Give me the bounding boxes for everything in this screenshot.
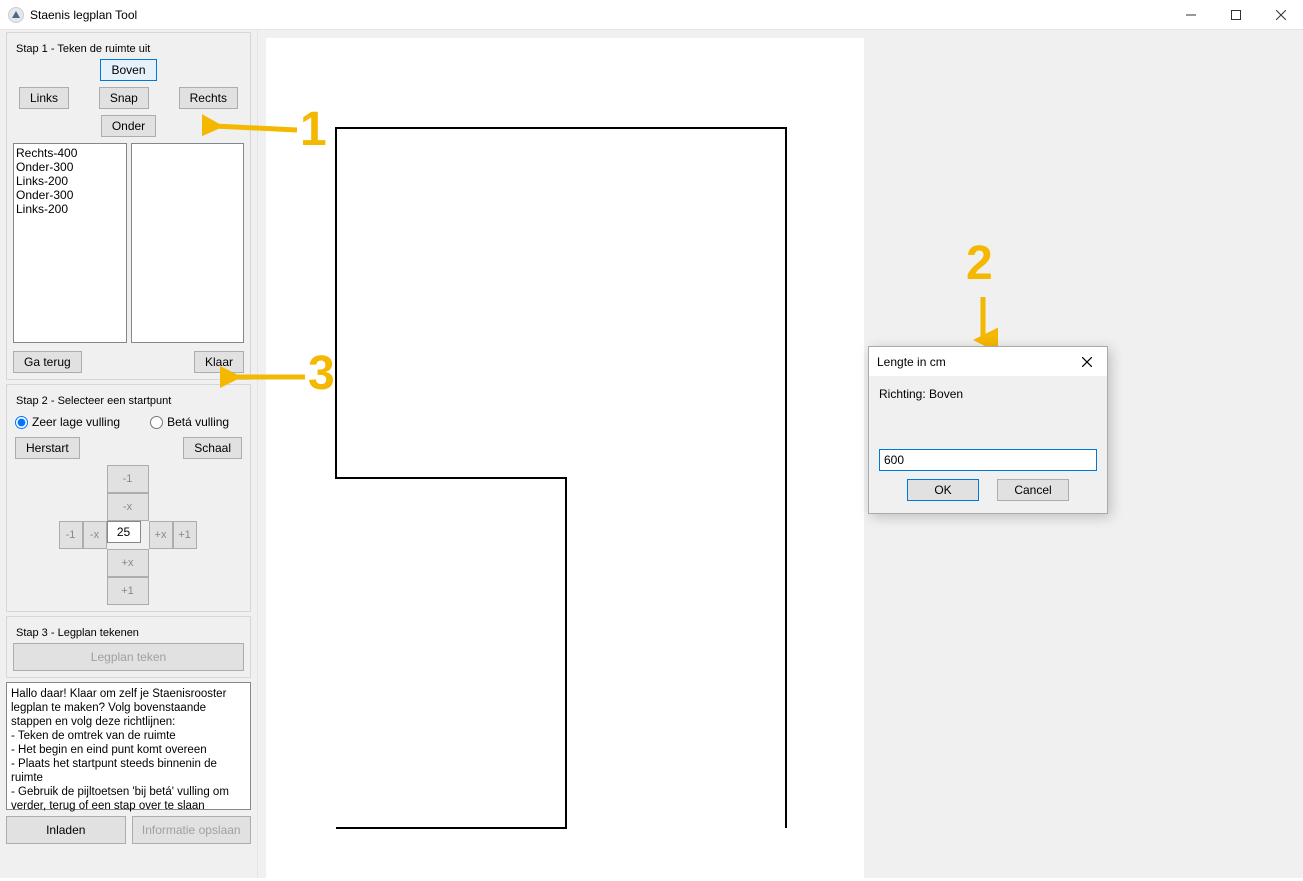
radio-zeer-lage[interactable]: Zeer lage vulling <box>15 415 120 429</box>
titlebar: Staenis legplan Tool <box>0 0 1303 30</box>
pad-plus1-right[interactable]: +1 <box>173 521 197 549</box>
radio-beta[interactable]: Betá vulling <box>150 415 229 429</box>
snap-button[interactable]: Snap <box>99 87 149 109</box>
help-textbox: Hallo daar! Klaar om zelf je Staenisroos… <box>6 682 251 810</box>
pad-minusx-top[interactable]: -x <box>107 493 149 521</box>
pad-center-cell <box>107 521 149 549</box>
close-icon <box>1082 357 1092 367</box>
onder-button[interactable]: Onder <box>101 115 156 137</box>
radio-zeer-lage-input[interactable] <box>15 416 28 429</box>
inladen-button[interactable]: Inladen <box>6 816 126 844</box>
list-item[interactable]: Rechts-400 <box>16 146 124 160</box>
close-window-button[interactable] <box>1258 0 1303 30</box>
pad-minus1-top[interactable]: -1 <box>107 465 149 493</box>
window-controls <box>1168 0 1303 30</box>
annotation-number-1: 1 <box>300 102 327 157</box>
pad-plus1-bottom[interactable]: +1 <box>107 577 149 605</box>
lengte-input[interactable] <box>879 449 1097 471</box>
nudge-pad: -1 -x -1 -x +x +1 +x +1 <box>59 465 199 605</box>
sidebar: Stap 1 - Teken de ruimte uit Boven Links… <box>0 30 258 878</box>
dialog-title: Lengte in cm <box>877 355 1067 369</box>
dialog-cancel-button[interactable]: Cancel <box>997 479 1069 501</box>
list-item[interactable]: Links-200 <box>16 202 124 216</box>
annotation-number-2: 2 <box>966 236 993 291</box>
lengte-dialog: Lengte in cm Richting: Boven OK Cancel <box>868 346 1108 514</box>
dialog-titlebar[interactable]: Lengte in cm <box>869 347 1107 377</box>
pad-minusx-left[interactable]: -x <box>83 521 107 549</box>
schaal-button[interactable]: Schaal <box>183 437 242 459</box>
legplan-teken-button[interactable]: Legplan teken <box>13 643 244 671</box>
dialog-close-button[interactable] <box>1067 347 1107 377</box>
drawing-canvas[interactable] <box>266 38 864 878</box>
step1-legend: Stap 1 - Teken de ruimte uit <box>13 43 153 55</box>
maximize-button[interactable] <box>1213 0 1258 30</box>
step3-legend: Stap 3 - Legplan tekenen <box>13 627 142 639</box>
list-item[interactable]: Onder-300 <box>16 160 124 174</box>
segments-listbox-right[interactable] <box>131 143 245 343</box>
rechts-button[interactable]: Rechts <box>179 87 238 109</box>
pad-minus1-left[interactable]: -1 <box>59 521 83 549</box>
step2-panel: Stap 2 - Selecteer een startpunt Zeer la… <box>6 384 251 612</box>
radio-beta-input[interactable] <box>150 416 163 429</box>
step3-panel: Stap 3 - Legplan tekenen Legplan teken <box>6 616 251 678</box>
minimize-button[interactable] <box>1168 0 1213 30</box>
radio-beta-label: Betá vulling <box>167 415 229 429</box>
app-title: Staenis legplan Tool <box>30 8 137 22</box>
canvas-area <box>258 30 1303 878</box>
informatie-opslaan-button[interactable]: Informatie opslaan <box>132 816 252 844</box>
pad-plusx-right[interactable]: +x <box>149 521 173 549</box>
dialog-message: Richting: Boven <box>879 387 1097 401</box>
step1-panel: Stap 1 - Teken de ruimte uit Boven Links… <box>6 32 251 380</box>
boven-button[interactable]: Boven <box>100 59 156 81</box>
list-item[interactable]: Links-200 <box>16 174 124 188</box>
room-outline <box>266 38 864 878</box>
pad-plusx-bottom[interactable]: +x <box>107 549 149 577</box>
pad-center-input[interactable] <box>107 521 141 543</box>
app-icon <box>8 7 24 23</box>
annotation-number-3: 3 <box>308 346 335 401</box>
radio-zeer-label: Zeer lage vulling <box>32 415 120 429</box>
gaterug-button[interactable]: Ga terug <box>13 351 82 373</box>
herstart-button[interactable]: Herstart <box>15 437 80 459</box>
links-button[interactable]: Links <box>19 87 69 109</box>
list-item[interactable]: Onder-300 <box>16 188 124 202</box>
dialog-ok-button[interactable]: OK <box>907 479 979 501</box>
segments-listbox[interactable]: Rechts-400Onder-300Links-200Onder-300Lin… <box>13 143 127 343</box>
step2-legend: Stap 2 - Selecteer een startpunt <box>13 395 174 407</box>
klaar-button[interactable]: Klaar <box>194 351 244 373</box>
